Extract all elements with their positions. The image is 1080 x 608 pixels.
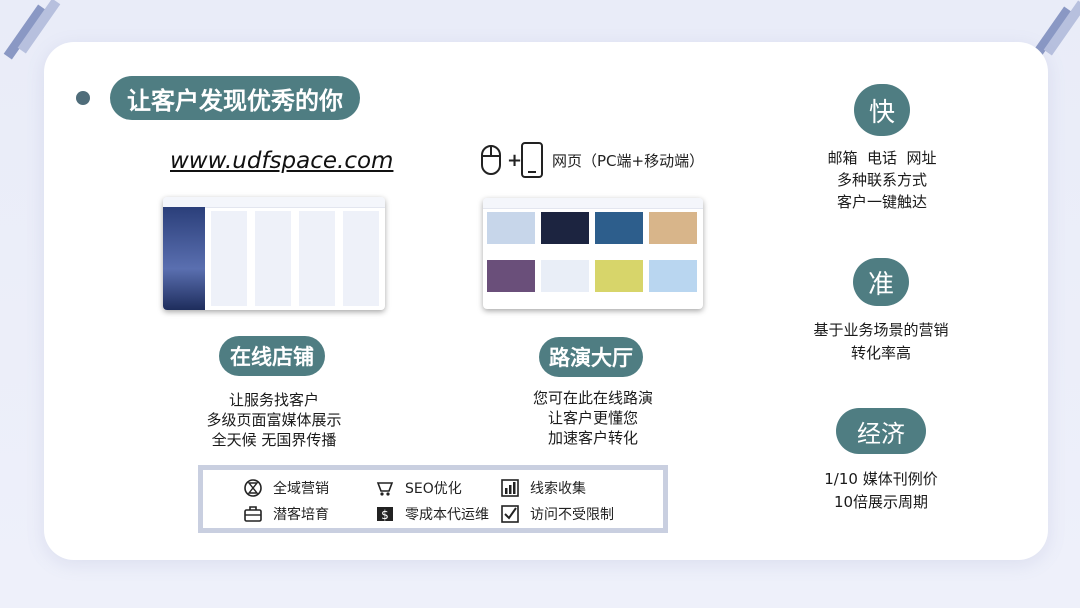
feature-item: SEO优化: [375, 478, 462, 498]
hall-screenshot-tile-1: [487, 212, 535, 244]
benefit-precise-line-2: 转化率高: [850, 344, 911, 362]
hall-line-1: 您可在此在线路演: [532, 389, 653, 407]
feature-label: 全域营销: [273, 481, 329, 497]
phone-icon: [520, 141, 544, 183]
benefit-fast-badge: 快: [854, 84, 910, 136]
hourglass-icon: [244, 479, 262, 497]
hall-screenshot-tile-2: [541, 212, 589, 244]
briefcase-icon: [244, 506, 262, 522]
feature-item: 线索收集: [500, 478, 586, 498]
cart-icon: [376, 482, 394, 496]
mouse-icon: [480, 144, 502, 180]
benefit-economy-badge: 经济: [836, 408, 926, 454]
feature-item: 潜客培育: [243, 504, 329, 524]
benefit-economy-line-1: 1/10 媒体刊例价: [824, 470, 938, 488]
features-box: 全域营销 SEO优化 线索收集 潜客培育 $ 零成本代运维 访问不受限制: [198, 465, 668, 533]
store-screenshot-banner: [163, 207, 205, 310]
chart-icon: [501, 479, 519, 497]
benefit-precise-line-1: 基于业务场景的营销: [813, 321, 949, 339]
money-icon: $: [377, 507, 393, 522]
feature-item: 访问不受限制: [500, 504, 614, 524]
benefit-economy-line-2: 10倍展示周期: [833, 493, 929, 511]
feature-item: $ 零成本代运维: [375, 504, 489, 524]
hall-screenshot-tile-5: [487, 260, 535, 292]
feature-label: SEO优化: [405, 481, 462, 497]
benefit-fast-line-1: 邮箱 电话 网址: [827, 149, 937, 167]
hall-screenshot: [483, 198, 703, 309]
hall-screenshot-tile-4: [649, 212, 697, 244]
feature-label: 零成本代运维: [405, 507, 489, 523]
device-text: 网页（PC端+移动端）: [552, 152, 705, 170]
benefit-fast-line-3: 客户一键触达: [836, 193, 927, 211]
hall-screenshot-tile-8: [649, 260, 697, 292]
feature-label: 潜客培育: [273, 507, 329, 523]
store-label: 在线店铺: [219, 336, 325, 376]
page-title: 让客户发现优秀的你: [110, 76, 360, 120]
benefit-precise-badge: 准: [853, 258, 909, 306]
store-screenshot-grid: [211, 211, 381, 306]
hall-screenshot-tile-6: [541, 260, 589, 292]
store-line-2: 多级页面富媒体展示: [206, 411, 342, 429]
feature-label: 线索收集: [530, 481, 586, 497]
store-line-1: 让服务找客户: [228, 391, 319, 409]
hall-line-2: 让客户更懂您: [547, 409, 638, 427]
checkbox-icon: [501, 505, 519, 523]
site-url[interactable]: www.udfspace.com: [170, 148, 393, 174]
bullet-dot: [76, 91, 90, 105]
feature-item: 全域营销: [243, 478, 329, 498]
hall-line-3: 加速客户转化: [547, 429, 638, 447]
hall-screenshot-tile-7: [595, 260, 643, 292]
hall-screenshot-tile-3: [595, 212, 643, 244]
hall-label: 路演大厅: [539, 337, 643, 377]
store-line-3: 全天候 无国界传播: [211, 431, 337, 449]
feature-label: 访问不受限制: [530, 507, 614, 523]
store-screenshot: [163, 197, 385, 310]
benefit-fast-line-2: 多种联系方式: [836, 171, 927, 189]
svg-text:$: $: [381, 508, 389, 522]
